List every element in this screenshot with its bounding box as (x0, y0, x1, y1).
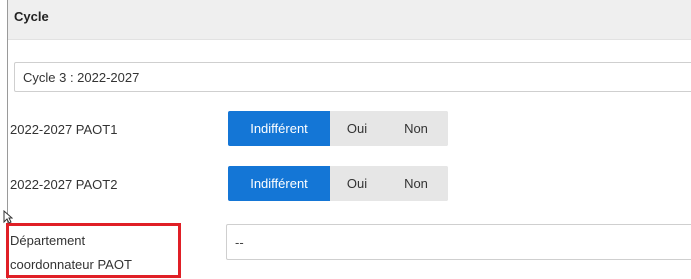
cycle-select[interactable]: Cycle 3 : 2022-2027 (14, 62, 691, 92)
paot1-label: 2022-2027 PAOT1 (10, 122, 118, 137)
paot2-oui-button[interactable]: Oui (330, 166, 384, 201)
cycle-section-header: Cycle (8, 0, 691, 40)
paot1-indifferent-button[interactable]: Indifférent (228, 111, 330, 146)
section-title: Cycle (14, 9, 49, 24)
paot2-non-button[interactable]: Non (384, 166, 448, 201)
paot1-non-button[interactable]: Non (384, 111, 448, 146)
paot2-toggle-group: Indifférent Oui Non (228, 166, 448, 201)
cycle-select-value: Cycle 3 : 2022-2027 (23, 70, 140, 85)
paot2-indifferent-button[interactable]: Indifférent (228, 166, 330, 201)
departement-select-value: -- (235, 235, 244, 250)
mouse-pointer-icon (3, 210, 13, 224)
departement-select[interactable]: -- (226, 224, 691, 260)
paot2-label: 2022-2027 PAOT2 (10, 177, 118, 192)
highlight-box (6, 223, 181, 278)
paot1-toggle-group: Indifférent Oui Non (228, 111, 448, 146)
paot1-oui-button[interactable]: Oui (330, 111, 384, 146)
